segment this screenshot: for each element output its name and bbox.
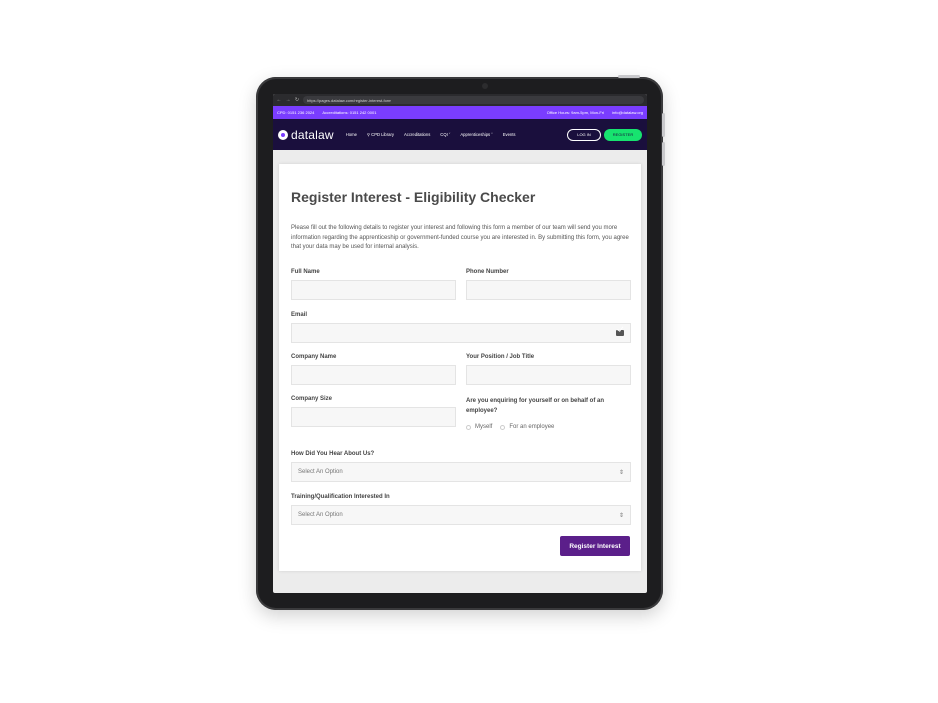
- company-name-label: Company Name: [291, 354, 337, 360]
- enquiring-label: Are you enquiring for yourself or on beh…: [466, 398, 605, 414]
- training-select[interactable]: Select An Option ⇕: [291, 505, 631, 525]
- nav-item-cqi-label: CQI: [440, 132, 448, 137]
- phone-accreditations[interactable]: Accreditations: 0151 242 0001: [322, 110, 376, 115]
- site-logo[interactable]: datalaw: [278, 128, 334, 142]
- nav-item-apprenticeships-label: Apprenticeships: [460, 132, 491, 137]
- form-card: Register Interest - Eligibility Checker …: [279, 164, 641, 571]
- nav-item-cpd-library-label: CPD Library: [371, 132, 394, 137]
- position-input[interactable]: [466, 365, 631, 385]
- mail-icon: [616, 330, 624, 336]
- chevron-down-icon: ˇ: [448, 132, 451, 137]
- radio-employee-label: For an employee: [509, 424, 555, 430]
- contact-email[interactable]: info@datalaw.org: [612, 110, 643, 115]
- tablet-power-button: [618, 75, 640, 78]
- phone-label: Phone Number: [466, 269, 509, 275]
- radio-myself[interactable]: [466, 424, 471, 430]
- url-text: https://pages.datalaw.com/register-inter…: [307, 97, 392, 103]
- main-navbar: datalaw Home ⚲ CPD Library Accreditation…: [273, 119, 647, 150]
- company-size-input[interactable]: [291, 407, 456, 427]
- company-size-label: Company Size: [291, 396, 333, 402]
- logo-icon: [278, 129, 288, 140]
- radio-myself-label: Myself: [475, 424, 493, 430]
- email-input[interactable]: [291, 323, 631, 343]
- nav-item-cqi[interactable]: CQI ˇ: [440, 132, 450, 137]
- forward-arrow-icon[interactable]: →: [285, 94, 291, 106]
- select-arrows-icon: ⇕: [618, 512, 624, 519]
- enquiring-radio-group: Myself For an employee: [466, 424, 554, 430]
- full-name-input[interactable]: [291, 280, 456, 300]
- login-button[interactable]: LOG IN: [567, 128, 601, 141]
- hear-select-value: Select An Option: [298, 469, 343, 475]
- nav-item-home[interactable]: Home: [346, 132, 357, 137]
- browser-toolbar: ← → ↻ https://pages.datalaw.com/register…: [273, 94, 647, 106]
- phone-cpd[interactable]: CPD: 0151 236 2024: [277, 110, 314, 115]
- nav-item-accreditations[interactable]: Accreditations: [404, 132, 430, 137]
- nav-item-apprenticeships[interactable]: Apprenticeships ˇ: [460, 132, 492, 137]
- reload-icon[interactable]: ↻: [294, 94, 300, 106]
- hear-label: How Did You Hear About Us?: [291, 451, 375, 457]
- office-hours: Office Hours: 9am-5pm, Mon-Fri: [546, 110, 605, 115]
- full-name-label: Full Name: [291, 269, 320, 275]
- page-title: Register Interest - Eligibility Checker: [291, 189, 536, 205]
- position-label: Your Position / Job Title: [466, 354, 535, 360]
- back-arrow-icon[interactable]: ←: [276, 94, 282, 106]
- tablet-volume-up: [662, 113, 665, 137]
- email-label: Email: [291, 312, 308, 318]
- nav-item-events[interactable]: Events: [503, 132, 516, 137]
- contact-topbar: CPD: 0151 236 2024 Accreditations: 0151 …: [273, 106, 647, 119]
- phone-input[interactable]: [466, 280, 631, 300]
- logo-text: datalaw: [291, 127, 334, 142]
- tablet-screen: ← → ↻ https://pages.datalaw.com/register…: [273, 94, 647, 593]
- radio-employee[interactable]: [500, 424, 506, 430]
- camera-icon: [482, 83, 488, 89]
- training-select-value: Select An Option: [298, 512, 343, 518]
- training-label: Training/Qualification Interested In: [291, 494, 390, 500]
- hear-select[interactable]: Select An Option ⇕: [291, 462, 631, 482]
- register-button[interactable]: REGISTER: [604, 128, 642, 141]
- company-name-input[interactable]: [291, 365, 456, 385]
- nav-item-cpd-library[interactable]: ⚲ CPD Library: [367, 132, 394, 137]
- form-intro: Please fill out the following details to…: [291, 225, 629, 250]
- register-interest-button[interactable]: Register Interest: [560, 536, 630, 556]
- chevron-down-icon: ˇ: [491, 132, 493, 137]
- tablet-volume-down: [662, 142, 665, 166]
- select-arrows-icon: ⇕: [618, 469, 624, 476]
- address-bar[interactable]: https://pages.datalaw.com/register-inter…: [303, 96, 644, 104]
- nav-menu: Home ⚲ CPD Library Accreditations CQI ˇ …: [346, 132, 567, 137]
